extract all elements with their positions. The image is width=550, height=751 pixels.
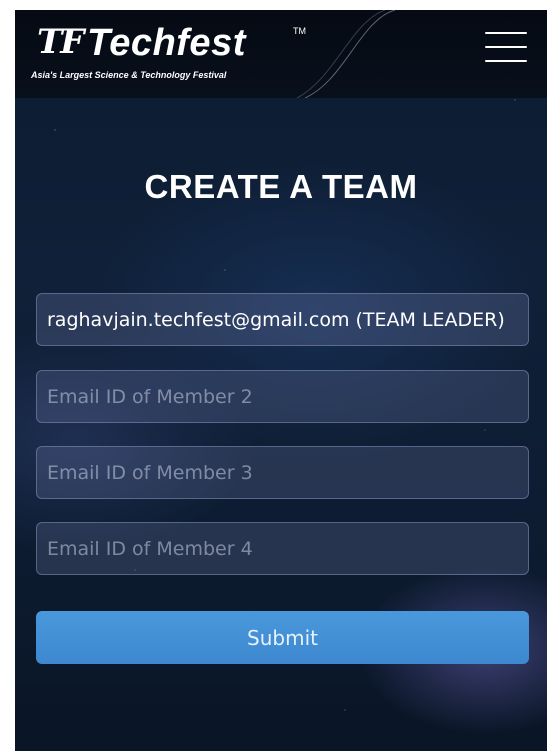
submit-button[interactable]: Submit — [36, 611, 529, 664]
hamburger-menu-icon[interactable] — [483, 28, 529, 66]
app-screen: TF Techfest TM Asia's Largest Science & … — [15, 10, 547, 751]
logo-trademark: TM — [293, 26, 306, 36]
logo-name: Techfest — [87, 22, 246, 64]
techfest-logo[interactable]: TF Techfest TM Asia's Largest Science & … — [25, 18, 315, 88]
member-4-email-field[interactable] — [36, 522, 529, 575]
member-2-email-field[interactable] — [36, 370, 529, 423]
logo-tagline: Asia's Largest Science & Technology Fest… — [31, 70, 227, 80]
logo-mark: TF — [37, 22, 84, 62]
page-title: CREATE A TEAM — [144, 168, 418, 205]
member-3-email-field[interactable] — [36, 446, 529, 499]
menu-line — [485, 32, 527, 34]
menu-line — [485, 46, 527, 48]
menu-line — [485, 60, 527, 62]
team-leader-email-field[interactable] — [36, 293, 529, 346]
header-bar: TF Techfest TM Asia's Largest Science & … — [15, 10, 547, 98]
